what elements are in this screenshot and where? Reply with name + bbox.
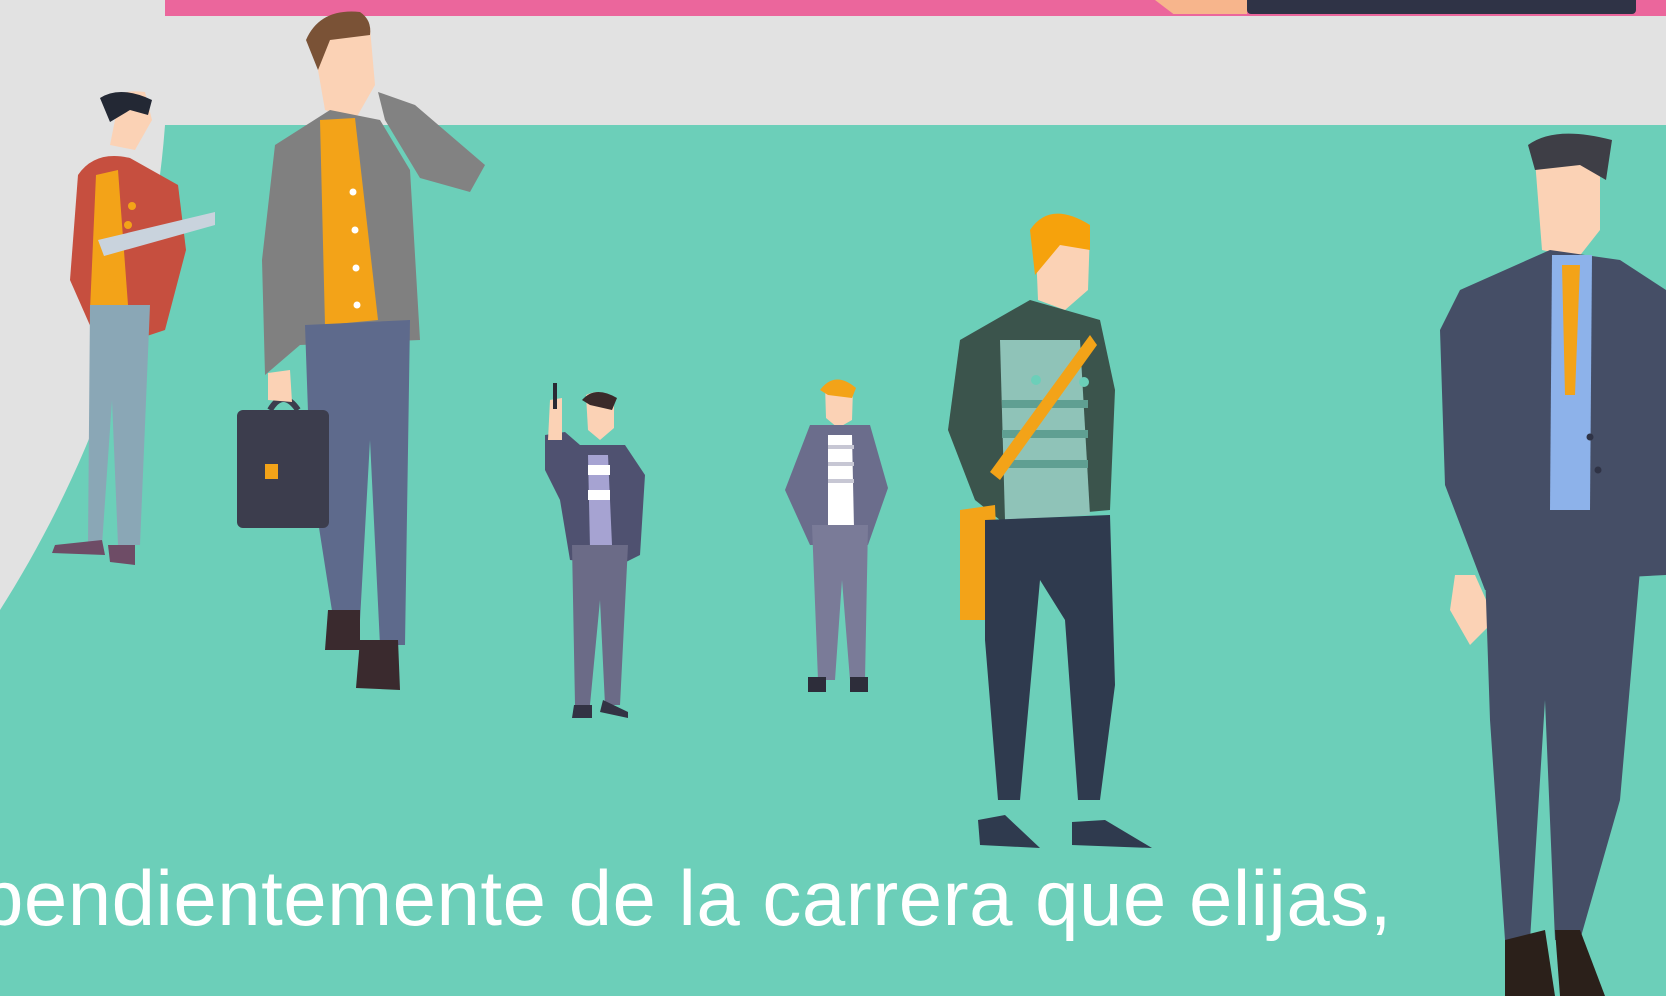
man-grey-blazer-figure [237, 11, 485, 690]
figures-layer [52, 11, 1666, 996]
man-green-jacket-figure [948, 213, 1152, 848]
small-man-pen-figure [545, 383, 645, 718]
illustration-stage: pendientemente de la carrera que elijas, [0, 0, 1666, 996]
man-navy-suit-figure [1440, 133, 1666, 996]
man-red-jacket-figure [52, 91, 215, 565]
caption-line: pendientemente de la carrera que elijas, [0, 854, 1392, 942]
small-man-blonde-figure [785, 379, 888, 692]
